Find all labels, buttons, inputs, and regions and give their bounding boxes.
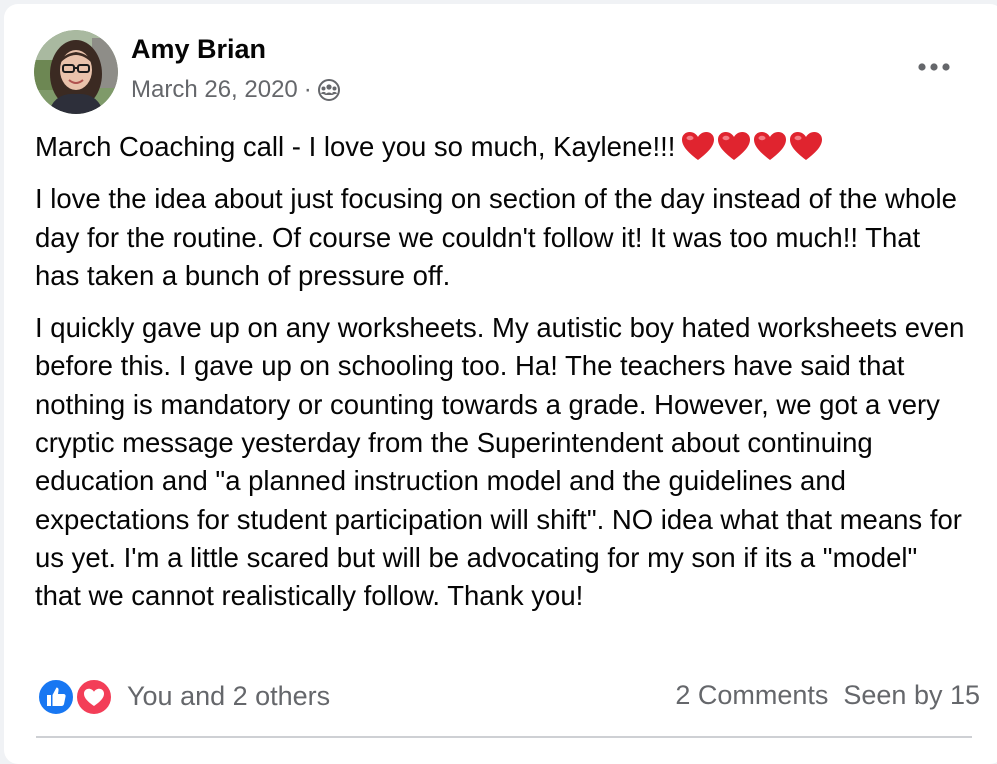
heart-emoji-icon	[718, 132, 751, 160]
group-icon[interactable]	[317, 78, 341, 102]
author-name[interactable]: Amy Brian	[131, 34, 266, 65]
post-date[interactable]: March 26, 2020	[131, 76, 298, 104]
post-paragraph: March Coaching call - I love you so much…	[35, 128, 965, 166]
more-options-icon[interactable]	[914, 54, 954, 80]
reaction-icons	[37, 676, 115, 716]
heart-emoji-icon	[754, 132, 787, 160]
post-stats: 2 Comments Seen by 15	[675, 680, 980, 711]
heart-emoji-group	[681, 131, 825, 161]
heart-emoji-icon	[790, 132, 823, 160]
reactions-text[interactable]: You and 2 others	[127, 681, 330, 712]
footer-divider	[36, 736, 972, 738]
post-paragraph: I quickly gave up on any worksheets. My …	[35, 312, 965, 612]
post-body: March Coaching call - I love you so much…	[35, 128, 965, 630]
like-reaction-icon	[37, 678, 75, 716]
post-meta: March 26, 2020 ·	[131, 76, 341, 104]
post-paragraph: I love the idea about just focusing on s…	[35, 183, 957, 291]
seen-by-count[interactable]: Seen by 15	[843, 680, 980, 711]
reactions-summary[interactable]: You and 2 others	[37, 676, 330, 716]
love-reaction-icon	[75, 678, 113, 716]
comments-count[interactable]: 2 Comments	[675, 680, 828, 711]
meta-separator: ·	[303, 76, 312, 103]
heart-emoji-icon	[682, 132, 715, 160]
author-avatar[interactable]	[34, 30, 118, 114]
post-card: Amy Brian March 26, 2020 · March Coachin…	[4, 4, 997, 764]
